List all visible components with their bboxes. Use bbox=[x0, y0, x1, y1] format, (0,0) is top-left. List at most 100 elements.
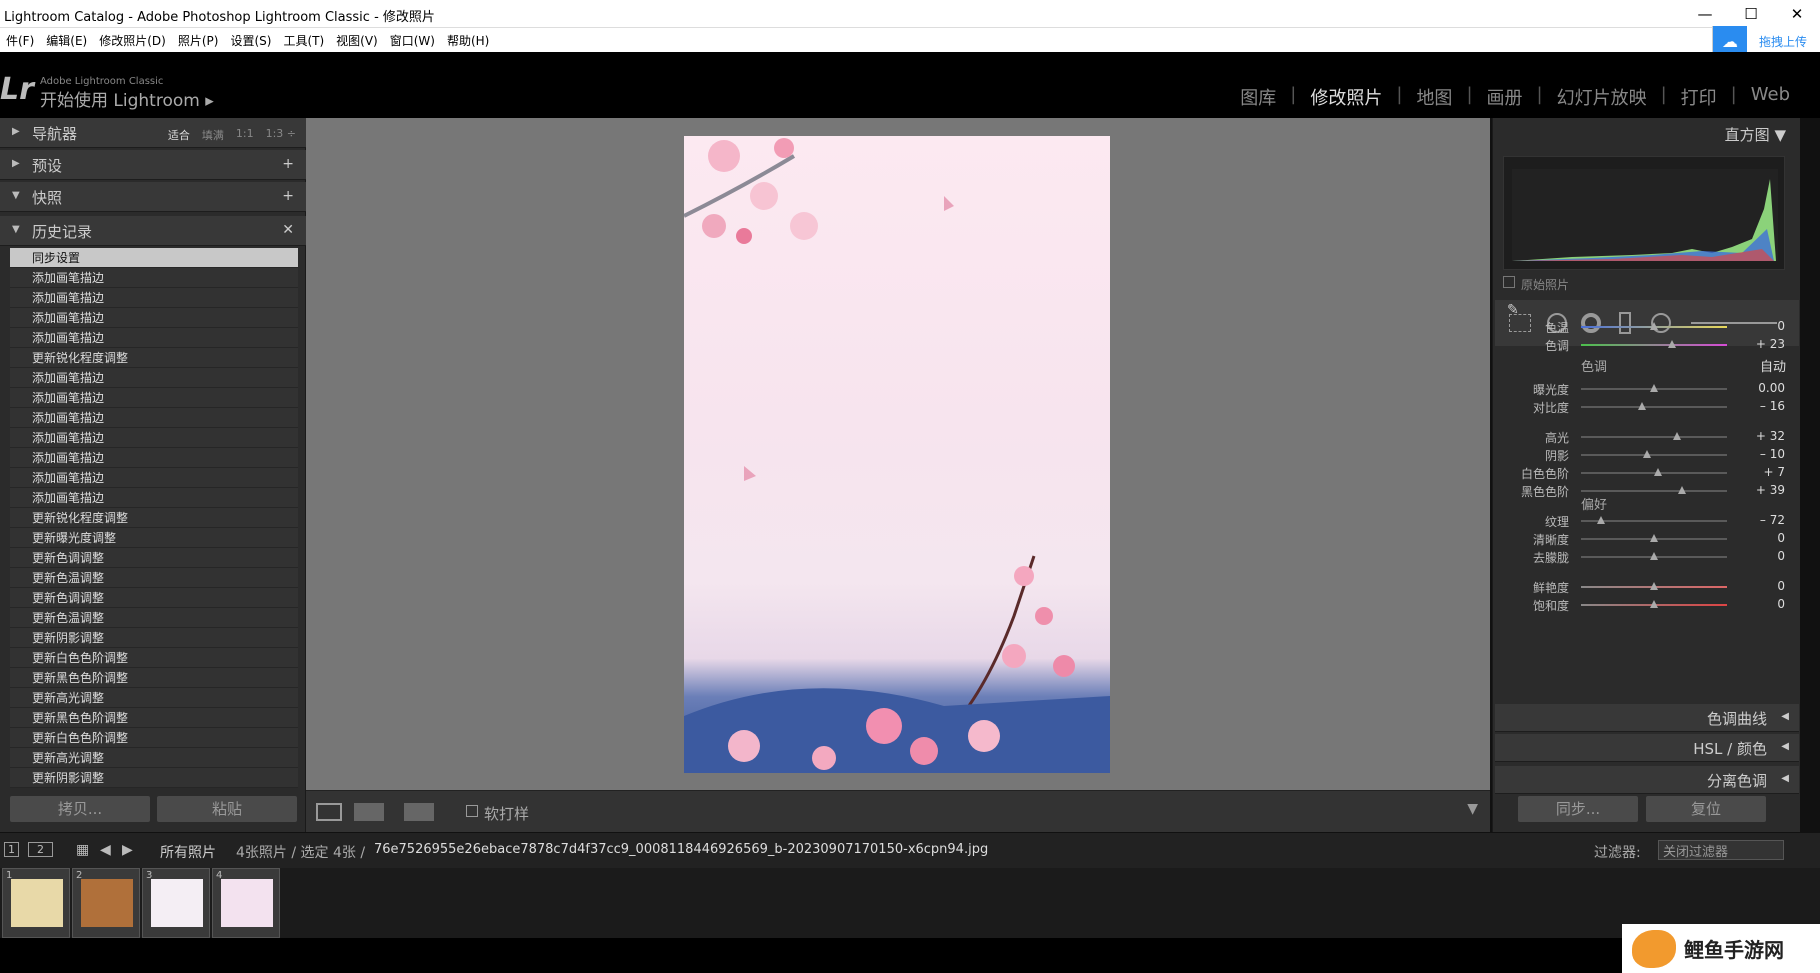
module-develop[interactable]: 修改照片 bbox=[1296, 84, 1396, 110]
reset-button[interactable]: 复位 bbox=[1646, 796, 1766, 822]
history-item[interactable]: 添加画笔描边 bbox=[10, 488, 298, 508]
slider-knob[interactable] bbox=[1677, 486, 1686, 494]
zoom-fit[interactable]: 适合 bbox=[162, 127, 196, 143]
menu-settings[interactable]: 设置(S) bbox=[224, 32, 277, 49]
slider-track[interactable] bbox=[1581, 436, 1727, 438]
history-header[interactable]: ▼ 历史记录 ✕ bbox=[0, 216, 306, 246]
slider-track[interactable] bbox=[1581, 454, 1727, 456]
history-item[interactable]: 更新白色色阶调整 bbox=[10, 648, 298, 668]
zoom-1-1[interactable]: 1:1 bbox=[230, 127, 260, 143]
history-item[interactable]: 添加画笔描边 bbox=[10, 288, 298, 308]
slider-row[interactable]: 阴影 – 10 bbox=[1493, 446, 1793, 464]
source-label[interactable]: 所有照片 bbox=[160, 842, 216, 862]
clear-history-icon[interactable]: ✕ bbox=[282, 222, 294, 238]
history-item[interactable]: 更新锐化程度调整 bbox=[10, 508, 298, 528]
add-snapshot-icon[interactable]: + bbox=[282, 188, 294, 204]
menu-tools[interactable]: 工具(T) bbox=[277, 32, 330, 49]
slider-value[interactable]: + 39 bbox=[1745, 483, 1785, 497]
history-item[interactable]: 添加画笔描边 bbox=[10, 368, 298, 388]
slider-knob[interactable] bbox=[1650, 600, 1658, 608]
slider-row[interactable]: 鲜艳度 0 bbox=[1493, 578, 1793, 596]
brand-identity-plate[interactable]: 开始使用 Lightroom ▸ bbox=[40, 86, 214, 111]
module-library[interactable]: 图库 bbox=[1226, 84, 1290, 110]
slider-value[interactable]: – 72 bbox=[1745, 513, 1785, 527]
filmstrip-thumbnail[interactable]: 1 bbox=[2, 868, 70, 938]
zoom-fill[interactable]: 填满 bbox=[196, 127, 230, 143]
history-item[interactable]: 更新黑色色阶调整 bbox=[10, 708, 298, 728]
slider-value[interactable]: 0 bbox=[1745, 549, 1785, 563]
history-item[interactable]: 添加画笔描边 bbox=[10, 268, 298, 288]
grid-icon[interactable]: ▦ bbox=[76, 842, 89, 858]
history-item[interactable]: 添加画笔描边 bbox=[10, 428, 298, 448]
slider-knob[interactable] bbox=[1597, 516, 1606, 524]
slider-value[interactable]: – 10 bbox=[1745, 447, 1785, 461]
slider-row[interactable]: 饱和度 0 bbox=[1493, 596, 1793, 614]
slider-value[interactable]: 0 bbox=[1745, 531, 1785, 545]
module-map[interactable]: 地图 bbox=[1402, 84, 1466, 110]
module-slideshow[interactable]: 幻灯片放映 bbox=[1543, 84, 1661, 110]
menu-file[interactable]: 件(F) bbox=[0, 32, 40, 49]
menu-view[interactable]: 视图(V) bbox=[330, 32, 384, 49]
slider-value[interactable]: 0 bbox=[1745, 579, 1785, 593]
slider-row[interactable]: 色调 + 23 bbox=[1493, 336, 1793, 354]
menu-develop[interactable]: 修改照片(D) bbox=[93, 32, 172, 49]
hsl-header[interactable]: HSL / 颜色 ◀ bbox=[1495, 734, 1799, 762]
sync-button[interactable]: 同步... bbox=[1518, 796, 1638, 822]
slider-value[interactable]: 0 bbox=[1745, 597, 1785, 611]
add-preset-icon[interactable]: + bbox=[282, 156, 294, 172]
filename-label[interactable]: 76e7526955e26ebace7878c7d4f37cc9_0008118… bbox=[374, 842, 988, 857]
slider-knob[interactable] bbox=[1650, 384, 1658, 392]
history-item[interactable]: 更新高光调整 bbox=[10, 688, 298, 708]
toolbar-menu-icon[interactable]: ▼ bbox=[1467, 801, 1478, 817]
history-item[interactable]: 添加画笔描边 bbox=[10, 408, 298, 428]
histogram[interactable] bbox=[1503, 156, 1785, 270]
slider-row[interactable]: 黑色色阶 + 39 bbox=[1493, 482, 1793, 500]
menu-edit[interactable]: 编辑(E) bbox=[40, 32, 93, 49]
slider-value[interactable]: – 16 bbox=[1745, 399, 1785, 413]
slider-knob[interactable] bbox=[1667, 340, 1676, 348]
split-tone-header[interactable]: 分离色调 ◀ bbox=[1495, 766, 1799, 794]
slider-track[interactable] bbox=[1581, 406, 1727, 408]
history-item[interactable]: 更新高光调整 bbox=[10, 748, 298, 768]
history-item[interactable]: 更新阴影调整 bbox=[10, 628, 298, 648]
before-after-yy-icon[interactable] bbox=[404, 803, 434, 821]
photo-preview[interactable] bbox=[684, 136, 1110, 773]
original-checkbox[interactable] bbox=[1503, 276, 1515, 288]
slider-row[interactable]: 高光 + 32 bbox=[1493, 428, 1793, 446]
page-1-button[interactable]: 1 bbox=[4, 842, 19, 857]
maximize-icon[interactable]: ☐ bbox=[1728, 0, 1774, 28]
presets-header[interactable]: ▶ 预设 + bbox=[0, 150, 306, 180]
slider-row[interactable]: 对比度 – 16 bbox=[1493, 398, 1793, 416]
back-arrow-icon[interactable]: ◀ bbox=[100, 842, 111, 858]
filmstrip-thumbnail[interactable]: 4 bbox=[212, 868, 280, 938]
history-item[interactable]: 添加画笔描边 bbox=[10, 328, 298, 348]
filmstrip-thumbnail[interactable]: 3 bbox=[142, 868, 210, 938]
menu-window[interactable]: 窗口(W) bbox=[384, 32, 441, 49]
history-item[interactable]: 更新色温调整 bbox=[10, 568, 298, 588]
slider-value[interactable]: 0 bbox=[1745, 319, 1785, 333]
slider-row[interactable]: 色温 0 bbox=[1493, 318, 1793, 336]
soft-proof-checkbox[interactable] bbox=[466, 805, 478, 817]
zoom-1-3[interactable]: 1:3 ÷ bbox=[260, 127, 302, 143]
navigator-header[interactable]: ▶ 导航器 适合 填满 1:1 1:3 ÷ bbox=[0, 118, 306, 148]
filter-select[interactable]: 关闭过滤器 bbox=[1658, 840, 1784, 860]
slider-value[interactable]: + 7 bbox=[1745, 465, 1785, 479]
slider-track[interactable] bbox=[1581, 490, 1727, 492]
eyedropper-icon[interactable]: ✎ bbox=[1507, 302, 1519, 318]
menu-help[interactable]: 帮助(H) bbox=[441, 32, 495, 49]
forward-arrow-icon[interactable]: ▶ bbox=[122, 842, 133, 858]
menu-photo[interactable]: 照片(P) bbox=[172, 32, 225, 49]
paste-button[interactable]: 粘贴 bbox=[157, 796, 297, 822]
loupe-view-icon[interactable] bbox=[316, 803, 342, 821]
slider-knob[interactable] bbox=[1654, 468, 1663, 476]
auto-button[interactable]: 自动 bbox=[1760, 356, 1786, 375]
slider-knob[interactable] bbox=[1650, 552, 1658, 560]
module-print[interactable]: 打印 bbox=[1667, 84, 1731, 110]
page-2-button[interactable]: 2 bbox=[28, 842, 53, 857]
before-after-icon[interactable] bbox=[354, 803, 384, 821]
filmstrip-thumbnail[interactable]: 2 bbox=[72, 868, 140, 938]
copy-button[interactable]: 拷贝... bbox=[10, 796, 150, 822]
slider-knob[interactable] bbox=[1650, 322, 1658, 330]
slider-row[interactable]: 白色色阶 + 7 bbox=[1493, 464, 1793, 482]
close-icon[interactable]: ✕ bbox=[1774, 0, 1820, 28]
